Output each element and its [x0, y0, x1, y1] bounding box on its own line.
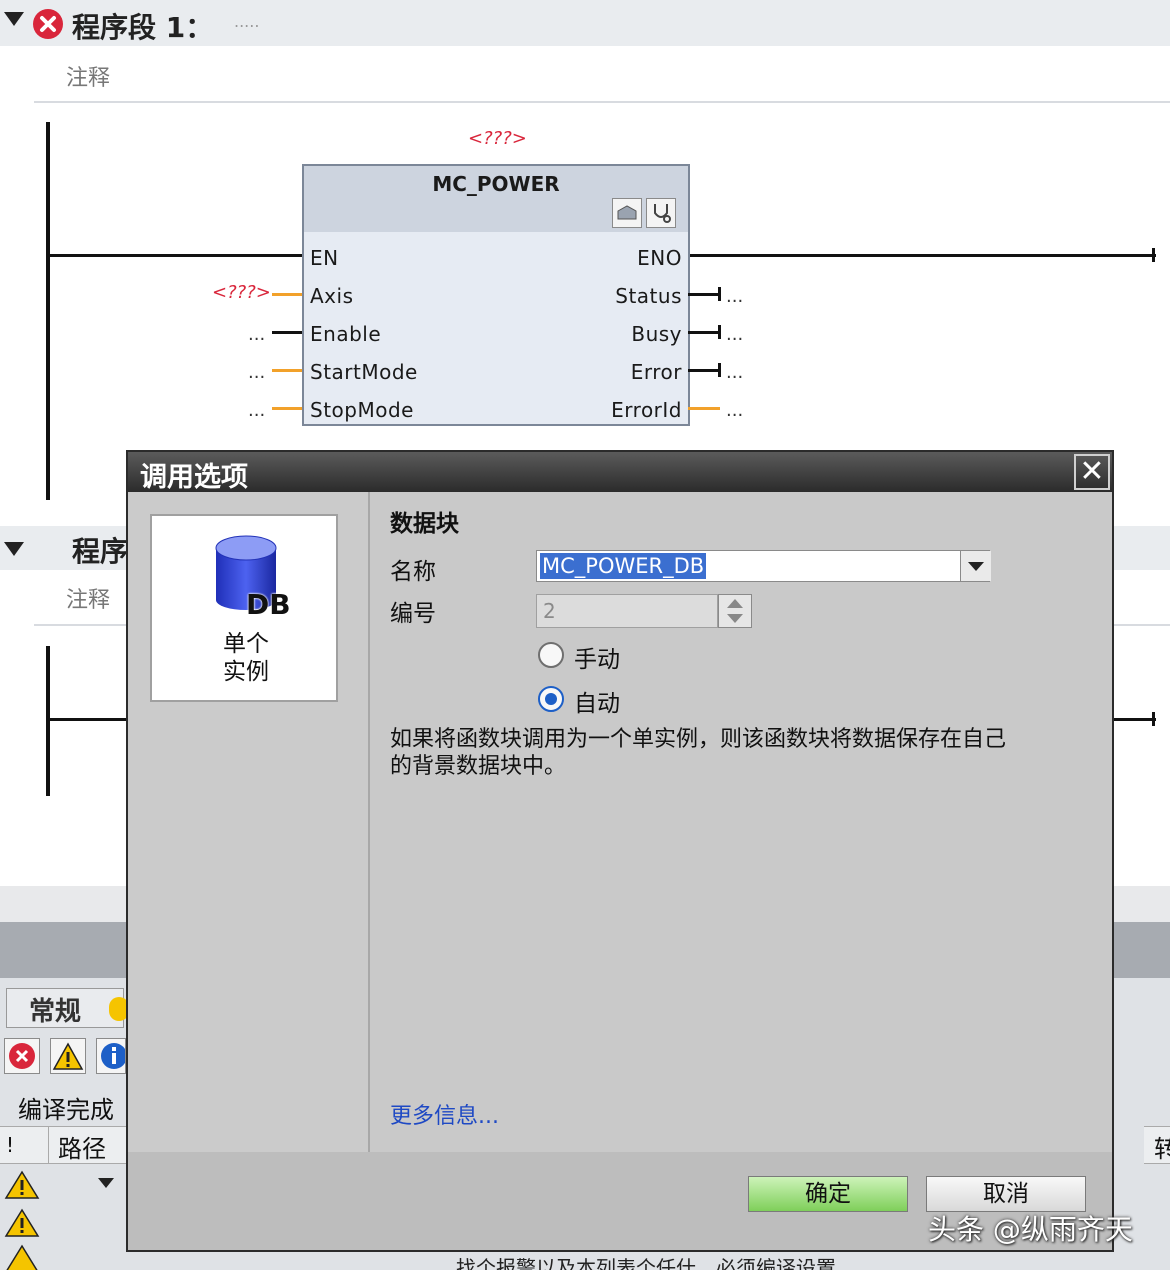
warning-icon — [4, 1170, 40, 1199]
db-name-value: MC_POWER_DB — [540, 553, 707, 579]
network-2-title: 程序 — [72, 535, 129, 568]
network-1-title: 程序段 1： — [72, 11, 214, 44]
stepper-up-icon[interactable] — [727, 599, 743, 608]
rail-end-tick-2 — [1152, 712, 1155, 726]
stopmode-wire — [272, 407, 302, 410]
error-icon — [33, 9, 63, 39]
cancel-button[interactable]: 取消 — [926, 1176, 1086, 1212]
section-title: 数据块 — [390, 511, 459, 537]
power-rail-left-2 — [46, 646, 50, 796]
messages-table-header-right: 转 — [1144, 1126, 1170, 1164]
pin-axis: Axis — [310, 284, 354, 308]
manual-label[interactable]: 手动 — [574, 640, 620, 674]
busy-tick — [718, 325, 721, 339]
errorid-wire — [688, 407, 720, 410]
network-1-comment[interactable]: 注释 — [66, 60, 110, 92]
collapse-arrow-icon[interactable] — [4, 542, 24, 556]
db-name-dropdown-button[interactable] — [960, 551, 991, 581]
power-rail-left — [46, 122, 50, 500]
filter-errors-button[interactable] — [4, 1038, 40, 1074]
mc-power-block[interactable]: MC_POWER EN Axis Enable StartMode StopMo… — [302, 164, 690, 426]
tile-label-line1: 单个 — [223, 631, 269, 657]
call-options-dialog: 调用选项 ✕ DB 单个 实例 数据块 名称 MC_POWER_DB 编号 2 … — [126, 450, 1114, 1252]
block-name: MC_POWER — [432, 172, 560, 196]
network-2-comment[interactable]: 注释 — [66, 582, 110, 614]
pin-stopmode: StopMode — [310, 398, 414, 422]
eno-wire — [688, 254, 1156, 257]
stethoscope-icon[interactable] — [646, 198, 676, 228]
axis-wire — [272, 293, 302, 296]
block-header: MC_POWER — [304, 166, 688, 232]
db-number-input[interactable]: 2 — [536, 594, 718, 628]
pin-status: Status — [615, 284, 682, 308]
enable-wire — [272, 331, 302, 334]
db-number-stepper[interactable] — [718, 594, 752, 628]
dialog-title: 调用选项 — [140, 462, 248, 493]
more-info-link[interactable]: 更多信息... — [390, 1098, 499, 1130]
auto-label[interactable]: 自动 — [574, 684, 620, 718]
busy-wire — [688, 331, 720, 334]
status-tick — [718, 287, 721, 301]
name-label: 名称 — [390, 559, 436, 585]
comment-divider — [34, 101, 1170, 103]
ok-button[interactable]: 确定 — [748, 1176, 908, 1212]
db-name-input[interactable]: MC_POWER_DB — [536, 550, 990, 582]
close-icon[interactable]: ✕ — [1074, 454, 1110, 490]
rail-end-tick — [1152, 248, 1155, 262]
startmode-wire — [272, 369, 302, 372]
network-1-header[interactable]: 程序段 1： ..... — [0, 0, 1170, 46]
db-label: DB — [246, 588, 291, 621]
pin-enable: Enable — [310, 322, 382, 346]
dialog-title-bar[interactable]: 调用选项 ✕ — [128, 452, 1112, 493]
warning-icon — [4, 1208, 40, 1237]
status-wire — [688, 293, 720, 296]
error-tick — [718, 363, 721, 377]
filter-warnings-button[interactable] — [50, 1038, 86, 1074]
instance-type-panel: DB 单个 实例 — [128, 492, 370, 1152]
stopmode-operand[interactable]: ... — [248, 400, 265, 421]
warning-icon — [6, 1244, 38, 1270]
pin-eno: ENO — [637, 246, 682, 270]
error-operand[interactable]: ... — [726, 362, 743, 383]
tab-general[interactable]: 常规 — [6, 988, 129, 1028]
startmode-operand[interactable]: ... — [248, 362, 265, 383]
en-wire — [48, 254, 304, 257]
col-path[interactable]: 路径 — [58, 1129, 106, 1164]
pin-startmode: StartMode — [310, 360, 418, 384]
radio-auto[interactable] — [538, 686, 564, 712]
expand-arrow-icon[interactable] — [98, 1178, 114, 1188]
message-text: 找个报警以及本列表个任什。必须编译设置。 — [456, 1256, 856, 1270]
description-text: 如果将函数块调用为一个单实例，则该函数块将数据保存在自己 的背景数据块中。 — [390, 727, 1007, 779]
enable-operand[interactable]: ... — [248, 324, 265, 345]
compile-status: 编译完成 — [18, 1096, 114, 1124]
pin-en: EN — [310, 246, 339, 270]
messages-table-header: ! 路径 — [0, 1126, 126, 1164]
chevron-down-icon — [968, 562, 984, 571]
network-2-wire-right — [1114, 718, 1156, 721]
busy-operand[interactable]: ... — [726, 324, 743, 345]
pin-errorid: ErrorId — [611, 398, 682, 422]
number-label: 编号 — [390, 601, 436, 627]
pin-busy: Busy — [631, 322, 682, 346]
watermark-text: 头条 @纵雨齐天 — [928, 1213, 1133, 1246]
pin-error: Error — [630, 360, 682, 384]
collapse-arrow-icon[interactable] — [4, 12, 24, 26]
tile-label-line2: 实例 — [223, 659, 269, 685]
axis-placeholder[interactable]: <???> — [212, 282, 271, 303]
errorid-operand[interactable]: ... — [726, 400, 743, 421]
status-operand[interactable]: ... — [726, 286, 743, 307]
error-wire — [688, 369, 720, 372]
radio-manual[interactable] — [538, 642, 564, 668]
single-instance-tile[interactable]: DB 单个 实例 — [150, 514, 338, 702]
network-2-wire — [48, 718, 128, 721]
instance-db-placeholder[interactable]: <???> — [468, 128, 527, 149]
filter-info-button[interactable] — [96, 1038, 127, 1074]
network-1-ellipsis: ..... — [234, 12, 260, 31]
block-db-icon[interactable] — [612, 198, 642, 228]
stepper-down-icon[interactable] — [727, 614, 743, 623]
